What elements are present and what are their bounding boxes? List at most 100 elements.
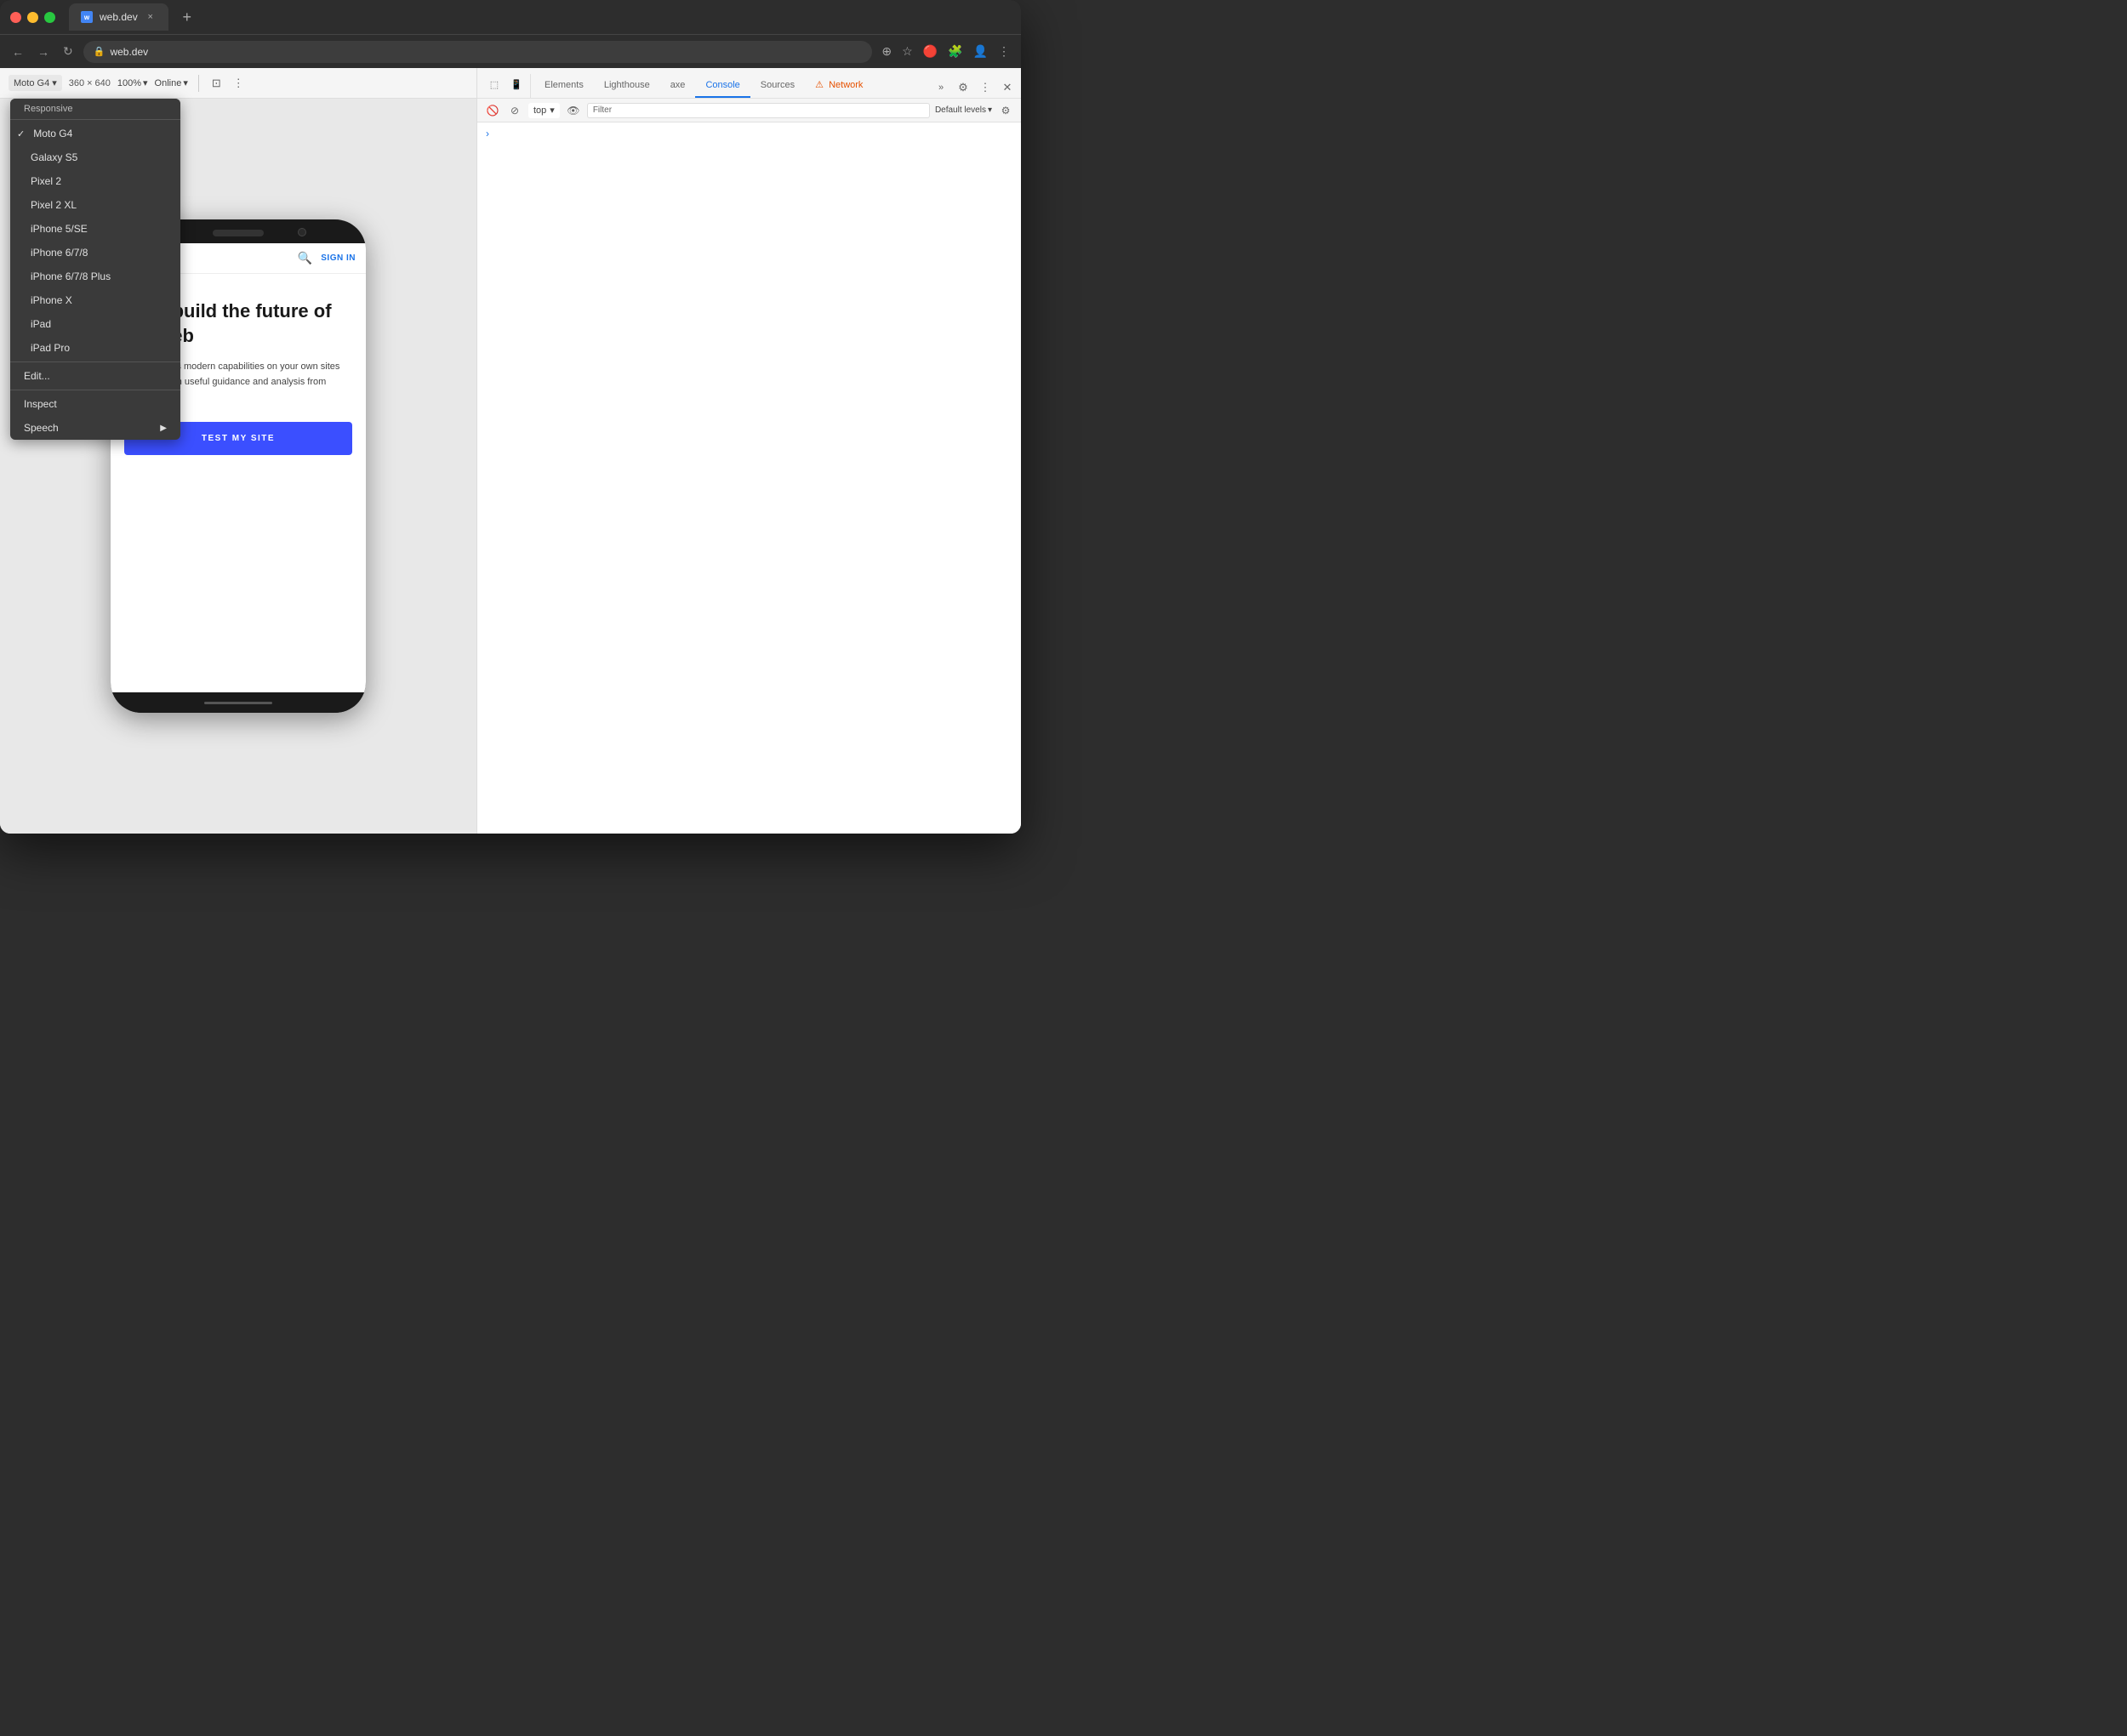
menu-item-galaxy-s5[interactable]: Galaxy S5	[10, 145, 180, 169]
bookmark-icon[interactable]: ☆	[899, 42, 915, 61]
traffic-lights	[10, 12, 55, 23]
devtools-close-button[interactable]: ✕	[997, 77, 1018, 98]
tab-console[interactable]: Console	[695, 74, 750, 98]
tab-elements[interactable]: Elements	[534, 74, 594, 98]
extensions-icon[interactable]: 🧩	[945, 42, 965, 61]
minimize-traffic-light[interactable]	[27, 12, 38, 23]
device-toolbar: Moto G4 ▾ 360 × 640 100% ▾ Online ▾ ⊡	[0, 68, 476, 99]
tab-sources[interactable]: Sources	[750, 74, 805, 98]
menu-item-inspect[interactable]: Inspect	[10, 392, 180, 416]
browser-tab[interactable]: w web.dev ×	[69, 3, 168, 31]
online-select[interactable]: Online ▾	[155, 77, 188, 88]
menu-item-speech[interactable]: Speech ▶	[10, 416, 180, 440]
viewport-area: Moto G4 ▾ 360 × 640 100% ▾ Online ▾ ⊡	[0, 68, 476, 834]
menu-item-iphone-678-label: iPhone 6/7/8	[31, 247, 88, 259]
search-icon[interactable]: 🔍	[298, 251, 312, 265]
tab-axe-label: axe	[670, 80, 686, 90]
menu-item-iphone-678-plus[interactable]: iPhone 6/7/8 Plus	[10, 265, 180, 288]
forward-button[interactable]: →	[34, 42, 53, 62]
warning-icon: ⚠	[815, 80, 824, 90]
close-traffic-light[interactable]	[10, 12, 21, 23]
zoom-chevron: ▾	[143, 77, 148, 88]
tab-network-label: Network	[829, 80, 863, 90]
cast-icon[interactable]: ⊕	[879, 42, 894, 61]
menu-item-ipad[interactable]: iPad	[10, 312, 180, 336]
menu-item-speech-label: Speech	[24, 422, 59, 434]
phone-camera	[298, 228, 306, 236]
context-label: top	[533, 105, 546, 116]
reload-button[interactable]: ↻	[60, 41, 77, 62]
browser-toolbar-icons: ⊕ ☆ 🔴 🧩 👤 ⋮	[879, 42, 1012, 61]
menu-item-pixel-2-xl[interactable]: Pixel 2 XL	[10, 193, 180, 217]
main-area: Moto G4 ▾ 360 × 640 100% ▾ Online ▾ ⊡	[0, 68, 1021, 834]
console-clear-icon[interactable]: 🚫	[484, 102, 501, 119]
devtools-more-button[interactable]: ⋮	[975, 77, 995, 98]
context-chevron: ▾	[550, 105, 555, 116]
address-input[interactable]: 🔒 web.dev	[83, 41, 873, 63]
maximize-traffic-light[interactable]	[44, 12, 55, 23]
menu-item-ipad-pro[interactable]: iPad Pro	[10, 336, 180, 360]
devtools-tabs: ⬚ 📱 Elements Lighthouse axe Console Sour…	[477, 68, 1021, 99]
console-settings-icon[interactable]: ⚙	[997, 102, 1014, 119]
dimension-separator: ×	[87, 78, 92, 88]
menu-item-moto-g4[interactable]: Moto G4	[10, 122, 180, 145]
tab-lighthouse[interactable]: Lighthouse	[594, 74, 660, 98]
menu-item-ipad-label: iPad	[31, 318, 51, 330]
profile-icon[interactable]: 👤	[971, 42, 990, 61]
tab-sources-label: Sources	[761, 80, 795, 90]
menu-item-inspect-label: Inspect	[24, 398, 57, 410]
devtools-settings-button[interactable]: ⚙	[953, 77, 973, 98]
default-levels-chevron: ▾	[988, 105, 992, 115]
default-levels-select[interactable]: Default levels ▾	[935, 105, 992, 115]
sign-in-link[interactable]: SIGN IN	[321, 253, 356, 263]
more-tabs-button[interactable]: »	[931, 77, 951, 98]
back-button[interactable]: ←	[9, 42, 27, 62]
device-select[interactable]: Moto G4 ▾	[9, 75, 62, 91]
devtools-panel: ⬚ 📱 Elements Lighthouse axe Console Sour…	[476, 68, 1021, 834]
tab-close-button[interactable]: ×	[145, 11, 157, 23]
toolbar-separator	[198, 75, 199, 92]
rotate-icon[interactable]: ⊡	[209, 74, 224, 93]
online-chevron: ▾	[183, 77, 188, 88]
online-status: Online	[155, 78, 182, 88]
title-bar: w web.dev × +	[0, 0, 1021, 34]
width-value: 360	[69, 78, 84, 88]
site-nav-icons: 🔍 SIGN IN	[298, 251, 356, 265]
menu-icon[interactable]: ⋮	[995, 42, 1012, 61]
device-name: Moto G4	[14, 78, 49, 88]
zoom-select[interactable]: 100% ▾	[117, 77, 148, 88]
menu-separator-top	[10, 119, 180, 120]
filter-label: Filter	[593, 105, 612, 115]
execution-context-select[interactable]: top ▾	[528, 103, 560, 118]
console-caret[interactable]: ›	[484, 126, 491, 141]
menu-item-ipad-pro-label: iPad Pro	[31, 342, 70, 354]
extension-icon-red[interactable]: 🔴	[921, 42, 940, 61]
menu-item-iphone-678[interactable]: iPhone 6/7/8	[10, 241, 180, 265]
more-options-icon[interactable]: ⋮	[231, 74, 247, 93]
device-mode-icon[interactable]: 📱	[506, 74, 527, 94]
menu-item-edit[interactable]: Edit...	[10, 364, 180, 388]
menu-item-galaxy-s5-label: Galaxy S5	[31, 151, 77, 163]
console-filter-icon[interactable]: ⊘	[506, 102, 523, 119]
tab-network[interactable]: ⚠ Network	[805, 73, 873, 98]
phone-home-bar	[111, 692, 366, 713]
console-content: ›	[477, 122, 1021, 834]
dimensions-display: 360 × 640	[69, 78, 111, 88]
console-filter-input[interactable]: Filter	[587, 103, 930, 118]
new-tab-button[interactable]: +	[175, 5, 199, 29]
menu-item-iphone-5se[interactable]: iPhone 5/SE	[10, 217, 180, 241]
browser-window: w web.dev × + ← → ↻ 🔒 web.dev ⊕ ☆ 🔴 🧩 👤 …	[0, 0, 1021, 834]
phone-speaker	[213, 230, 264, 236]
tab-axe[interactable]: axe	[660, 74, 696, 98]
menu-item-iphone-x[interactable]: iPhone X	[10, 288, 180, 312]
eye-icon[interactable]: 👁	[565, 102, 582, 119]
url-display: web.dev	[110, 46, 148, 58]
address-bar: ← → ↻ 🔒 web.dev ⊕ ☆ 🔴 🧩 👤 ⋮	[0, 34, 1021, 68]
inspect-element-icon[interactable]: ⬚	[484, 74, 505, 94]
menu-item-moto-g4-label: Moto G4	[33, 128, 72, 139]
zoom-value: 100%	[117, 78, 141, 88]
menu-item-pixel-2-xl-label: Pixel 2 XL	[31, 199, 77, 211]
menu-item-pixel-2-label: Pixel 2	[31, 175, 61, 187]
tab-console-label: Console	[705, 80, 739, 90]
menu-item-pixel-2[interactable]: Pixel 2	[10, 169, 180, 193]
